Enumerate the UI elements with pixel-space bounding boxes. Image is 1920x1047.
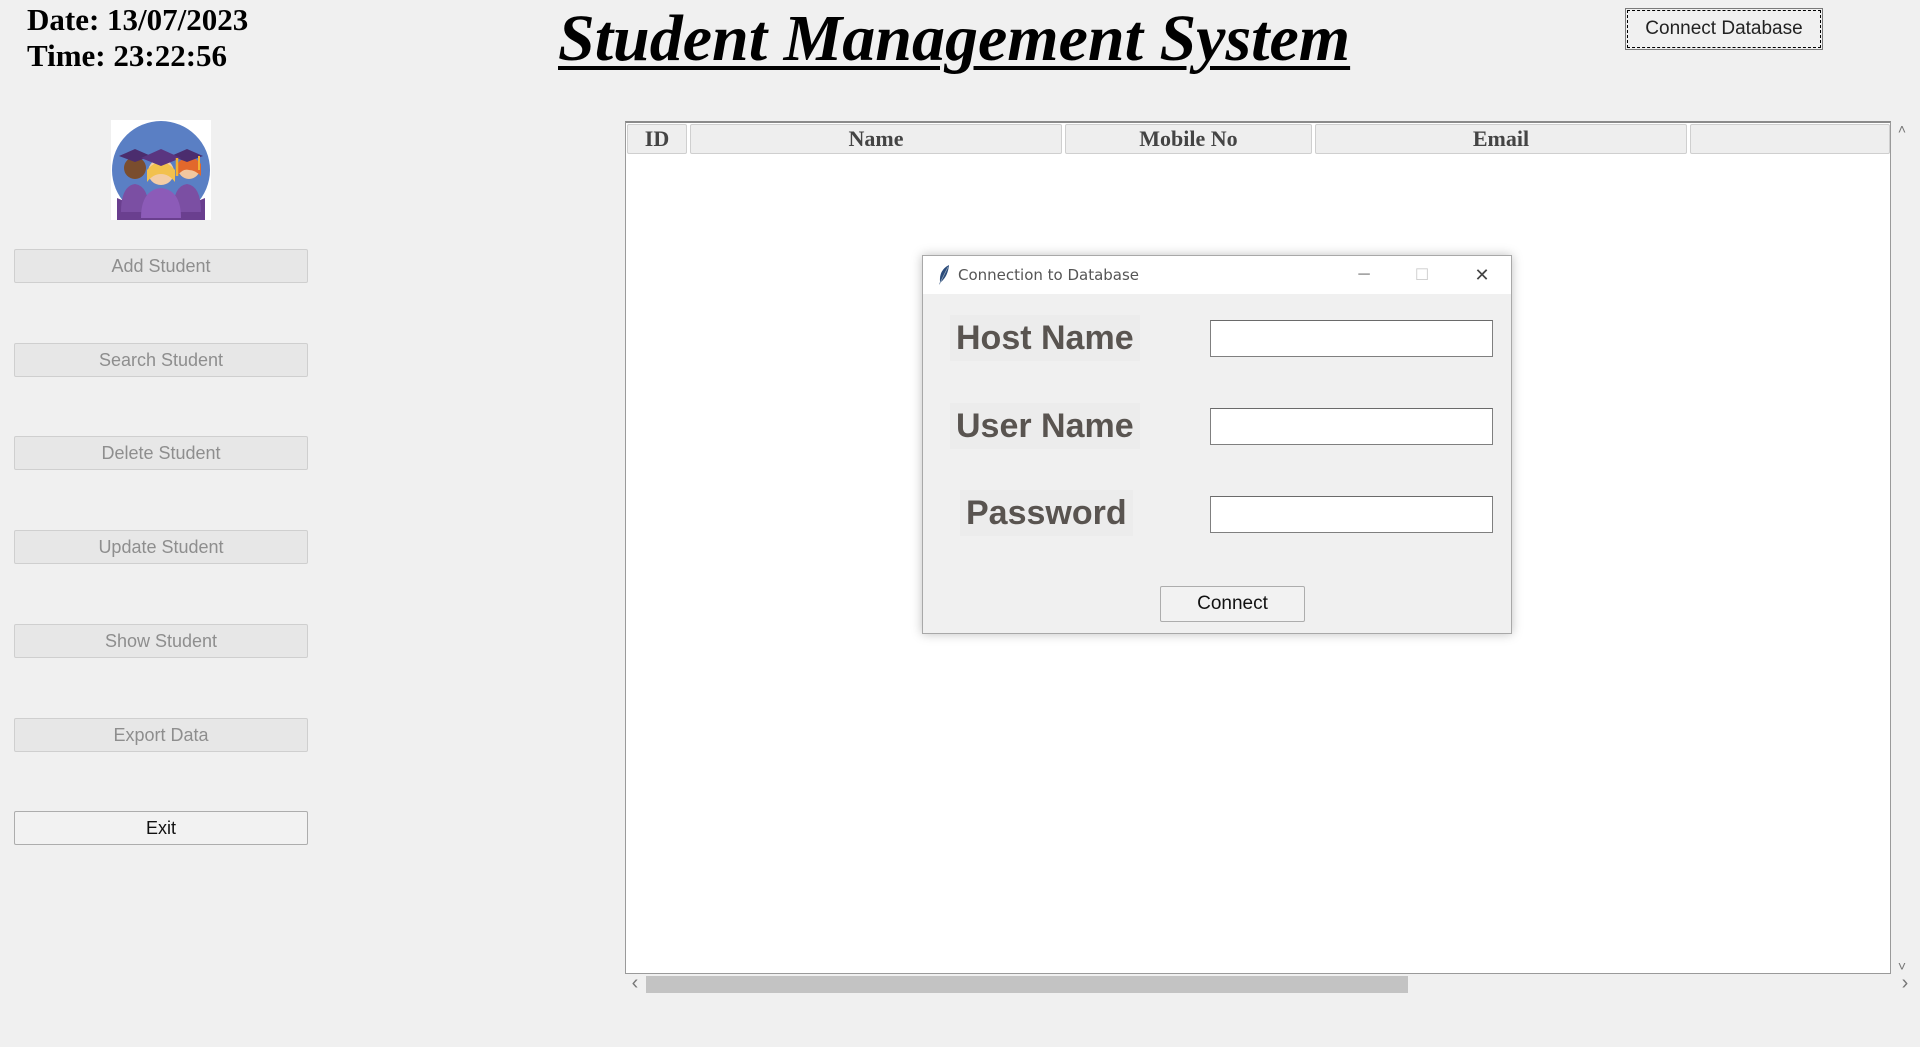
table-header: ID Name Mobile No Email — [627, 124, 1890, 154]
export-data-button[interactable]: Export Data — [14, 718, 308, 752]
feather-icon — [937, 264, 951, 286]
column-header-name[interactable]: Name — [690, 124, 1062, 154]
time-label: Time: 23:22:56 — [27, 38, 228, 73]
students-graduation-icon — [111, 120, 211, 220]
host-name-label: Host Name — [950, 315, 1140, 361]
exit-button[interactable]: Exit — [14, 811, 308, 845]
dialog-titlebar[interactable]: Connection to Database ─ ☐ ✕ — [923, 256, 1511, 294]
delete-student-button[interactable]: Delete Student — [14, 436, 308, 470]
scroll-up-icon[interactable]: ˄ — [1892, 121, 1912, 137]
connect-button[interactable]: Connect — [1160, 586, 1305, 622]
password-label: Password — [960, 490, 1133, 536]
column-header-id[interactable]: ID — [627, 124, 687, 154]
column-header-extra[interactable] — [1690, 124, 1890, 154]
close-icon[interactable]: ✕ — [1453, 256, 1511, 294]
vertical-scrollbar[interactable]: ˄ ˅ — [1892, 121, 1912, 974]
password-input[interactable] — [1210, 496, 1493, 533]
add-student-button[interactable]: Add Student — [14, 249, 308, 283]
column-header-mobile[interactable]: Mobile No — [1065, 124, 1312, 154]
host-name-input[interactable] — [1210, 320, 1493, 357]
dialog-title: Connection to Database — [958, 266, 1140, 284]
date-label: Date: 13/07/2023 — [27, 2, 249, 37]
minimize-icon[interactable]: ─ — [1335, 256, 1393, 294]
scrollbar-thumb[interactable] — [646, 976, 1408, 993]
connection-dialog: Connection to Database ─ ☐ ✕ Host Name U… — [922, 255, 1512, 634]
user-name-label: User Name — [950, 403, 1140, 449]
update-student-button[interactable]: Update Student — [14, 530, 308, 564]
column-header-email[interactable]: Email — [1315, 124, 1687, 154]
user-name-input[interactable] — [1210, 408, 1493, 445]
scroll-left-icon[interactable]: ‹ — [625, 972, 645, 995]
maximize-icon[interactable]: ☐ — [1393, 256, 1451, 294]
search-student-button[interactable]: Search Student — [14, 343, 308, 377]
scroll-right-icon[interactable]: › — [1895, 972, 1915, 995]
horizontal-scrollbar[interactable]: ‹ › — [625, 972, 1915, 995]
show-student-button[interactable]: Show Student — [14, 624, 308, 658]
connect-database-button[interactable]: Connect Database — [1625, 8, 1823, 50]
app-title: Student Management System — [558, 2, 1351, 75]
